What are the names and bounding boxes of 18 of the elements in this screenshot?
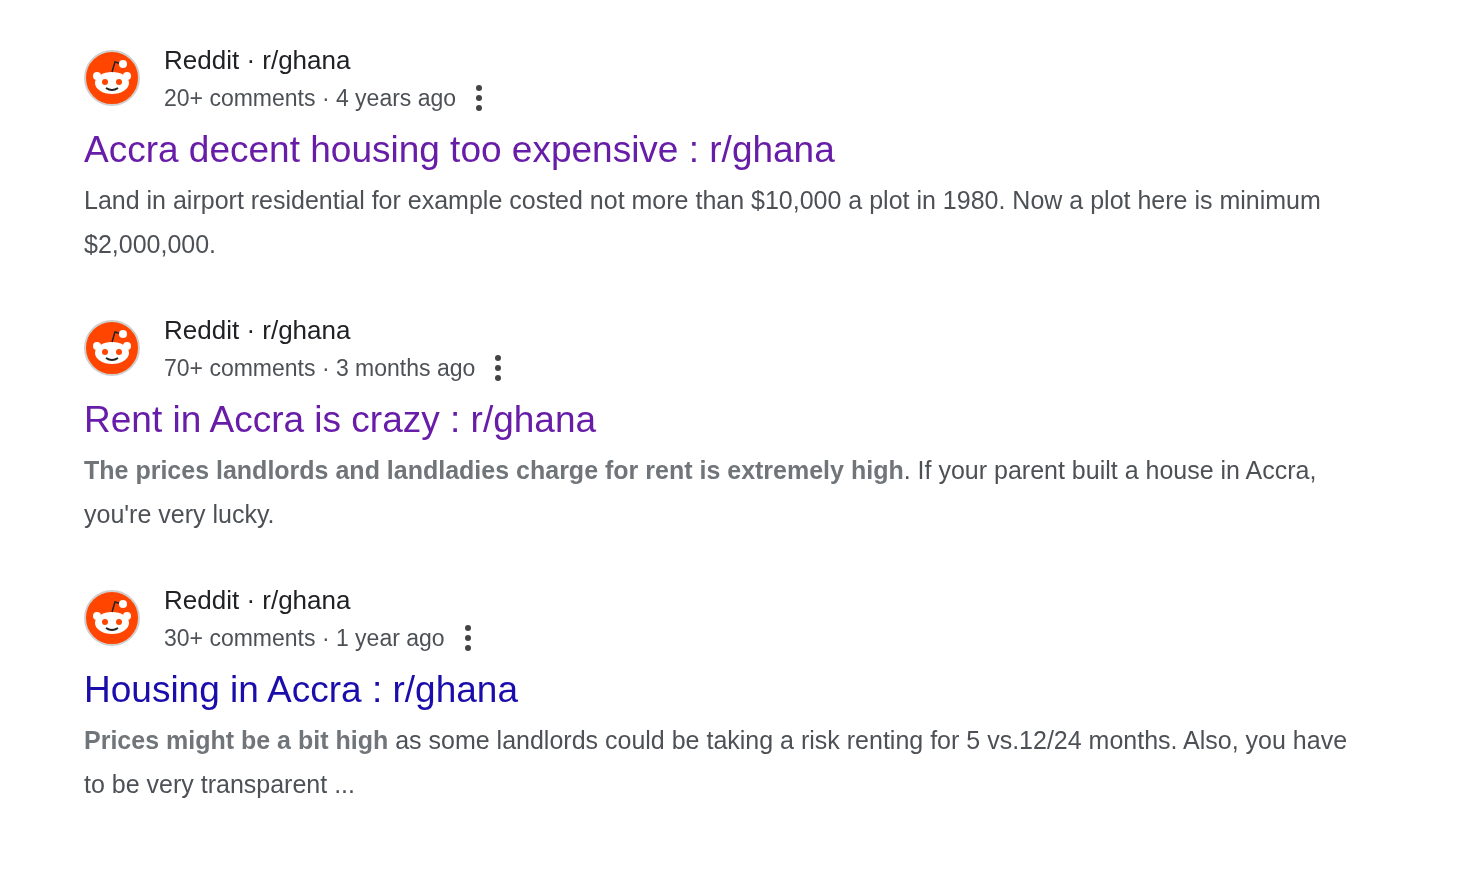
result-snippet: Land in airport residential for example costed not more than $10,000 a plot in 1980. Now a plot here is minimum $2,000,000. — [84, 185, 1322, 260]
more-options-icon[interactable] — [462, 624, 473, 652]
reddit-logo-icon — [84, 590, 140, 646]
result-title-link[interactable]: Accra decent housing too expensive : r/ghana — [84, 124, 835, 176]
result-meta: 30+ comments · 1 year ago — [164, 624, 445, 653]
result-snippet: Prices might be a bit high as some landlords could be taking a risk renting for 5 vs.12/24 months. Also, you have to be very transparent ... — [84, 725, 1349, 800]
result-title-link[interactable]: Rent in Accra is crazy : r/ghana — [84, 394, 597, 446]
result-snippet: The prices landlords and landladies charge for rent is extremely high. If your parent built a house in Accra, you're very lucky. — [84, 455, 1318, 530]
result-title-link[interactable]: Housing in Accra : r/ghana — [84, 664, 518, 716]
reddit-logo-icon — [84, 50, 140, 106]
result-meta: 70+ comments · 3 months ago — [164, 354, 476, 383]
result-meta: 20+ comments · 4 years ago — [164, 84, 457, 113]
source-name: Reddit · r/ghana — [164, 314, 352, 347]
source-name: Reddit · r/ghana — [164, 584, 352, 617]
reddit-logo-icon — [84, 320, 140, 376]
more-options-icon[interactable] — [474, 84, 485, 112]
source-name: Reddit · r/ghana — [164, 44, 352, 77]
more-options-icon[interactable] — [493, 354, 504, 382]
